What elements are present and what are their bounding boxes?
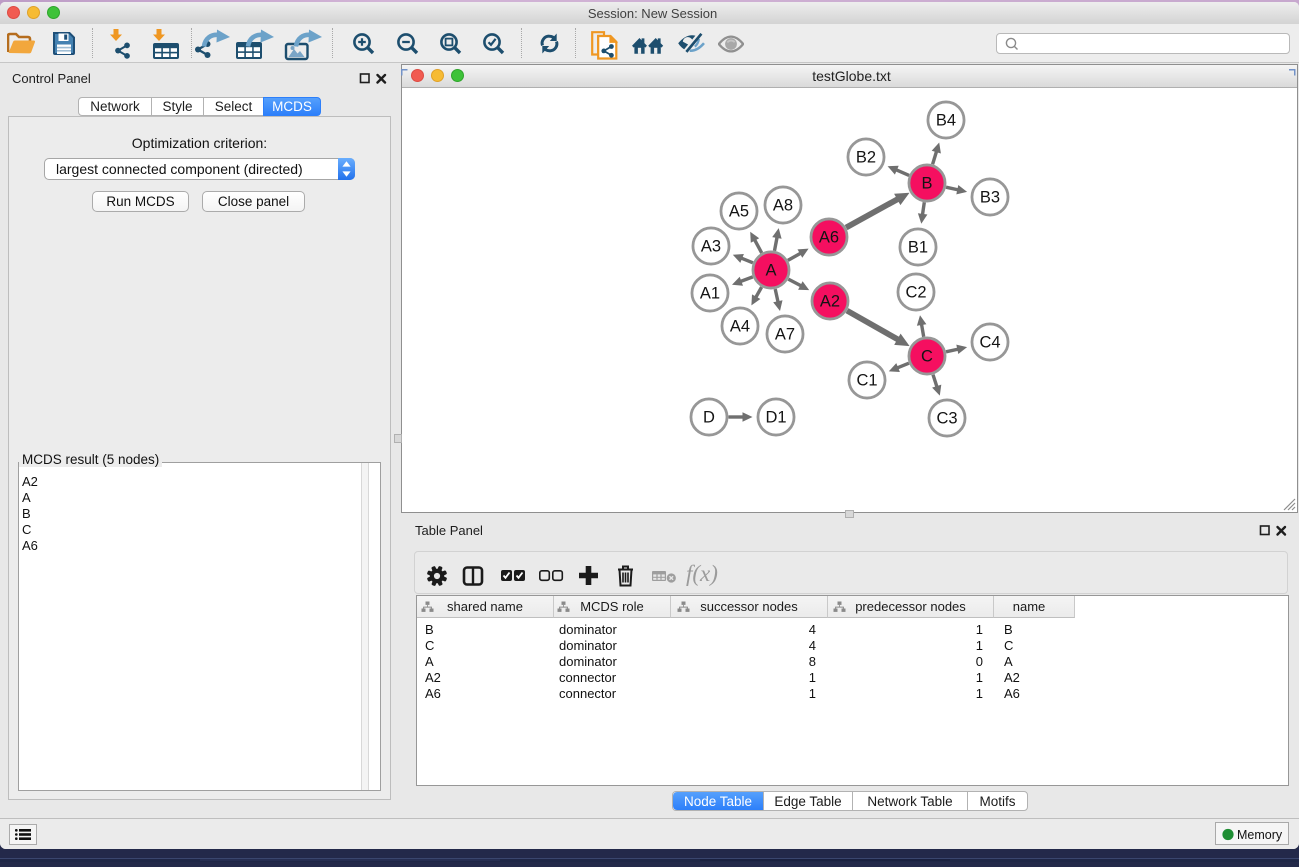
svg-text:A2: A2 (820, 293, 840, 311)
svg-text:C2: C2 (905, 284, 926, 302)
svg-text:A6: A6 (819, 229, 839, 247)
svg-text:A5: A5 (729, 203, 749, 221)
svg-text:B1: B1 (908, 239, 928, 257)
svg-text:A8: A8 (773, 197, 793, 215)
svg-text:A3: A3 (701, 238, 721, 256)
svg-text:D1: D1 (765, 409, 786, 427)
svg-text:C4: C4 (979, 334, 1000, 352)
svg-text:C3: C3 (936, 410, 957, 428)
svg-text:B2: B2 (856, 149, 876, 167)
svg-text:C1: C1 (856, 372, 877, 390)
svg-text:B3: B3 (980, 189, 1000, 207)
svg-text:C: C (921, 348, 933, 366)
svg-text:B4: B4 (936, 112, 956, 130)
svg-text:A4: A4 (730, 318, 750, 336)
svg-text:Memory: Memory (1237, 828, 1283, 842)
svg-text:A: A (765, 262, 776, 280)
svg-text:A1: A1 (700, 285, 720, 303)
svg-text:D: D (703, 409, 715, 427)
svg-text:B: B (921, 175, 932, 193)
svg-text:A7: A7 (775, 326, 795, 344)
